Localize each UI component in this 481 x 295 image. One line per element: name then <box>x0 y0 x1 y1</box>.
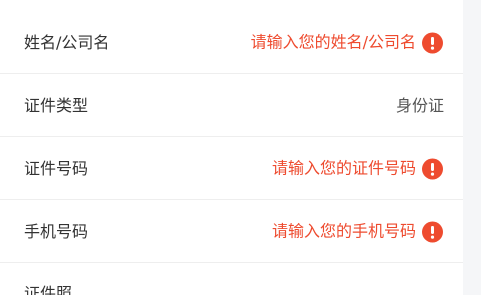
name-input[interactable]: 请输入您的姓名/公司名 <box>251 32 443 53</box>
id-type-value: 身份证 <box>395 95 444 115</box>
form-row-phone[interactable]: 手机号码 请输入您的手机号码 <box>0 201 463 263</box>
form-row-name[interactable]: 姓名/公司名 请输入您的姓名/公司名 <box>0 12 463 74</box>
phone-input[interactable]: 请输入您的手机号码 <box>272 221 443 242</box>
warning-icon <box>422 221 443 242</box>
form-row-id-type[interactable]: 证件类型 身份证 <box>0 75 463 137</box>
phone-placeholder: 请输入您的手机号码 <box>271 221 416 241</box>
id-type-label: 证件类型 <box>24 95 89 115</box>
id-type-select[interactable]: 身份证 <box>396 96 444 116</box>
form-page: 姓名/公司名 请输入您的姓名/公司名 证件类型 身份证 证件号码 请输入您的证件… <box>0 0 481 295</box>
form-row-id-number[interactable]: 证件号码 请输入您的证件号码 <box>0 138 463 200</box>
top-strip <box>0 0 463 10</box>
id-number-label: 证件号码 <box>24 158 89 178</box>
phone-label: 手机号码 <box>24 221 89 241</box>
id-photo-label: 证件照 <box>24 284 73 295</box>
right-gutter <box>463 0 481 295</box>
form-row-id-photo[interactable]: 证件照 <box>0 264 463 295</box>
id-number-placeholder: 请输入您的证件号码 <box>271 158 416 178</box>
name-placeholder: 请输入您的姓名/公司名 <box>250 32 416 52</box>
id-number-input[interactable]: 请输入您的证件号码 <box>272 158 443 179</box>
warning-icon <box>422 32 443 53</box>
name-label: 姓名/公司名 <box>24 32 110 52</box>
warning-icon <box>422 158 443 179</box>
